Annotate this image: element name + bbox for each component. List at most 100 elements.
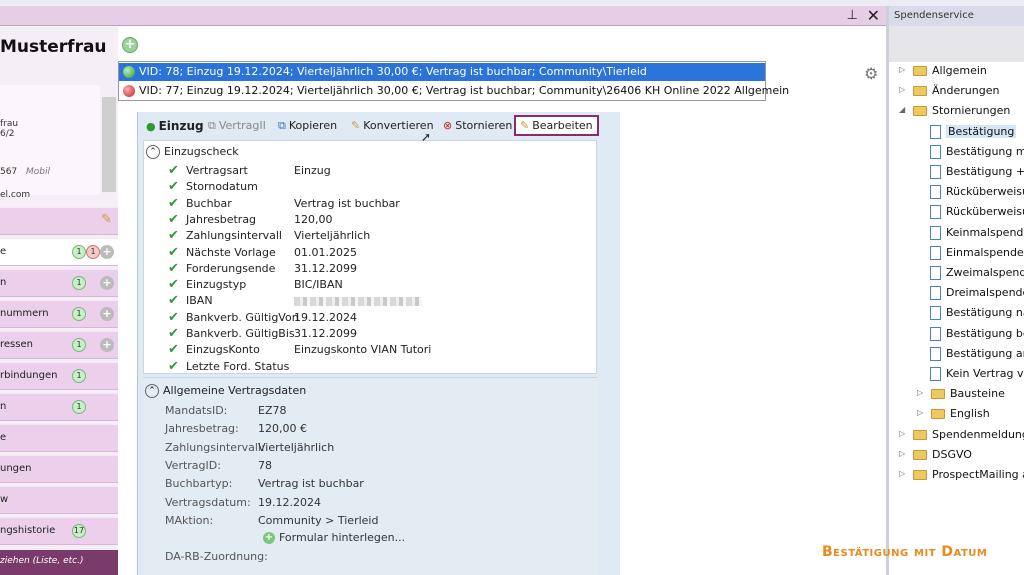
formular-link[interactable]: + Formular hinterlegen... — [263, 531, 405, 544]
tree-label: Dreimalspende — [946, 286, 1024, 300]
contract-detail-panel: ● Einzug ⧉ VertragII ⧉ Kopieren ✎ Konvertier… — [137, 112, 620, 575]
expand-icon[interactable]: ▷ — [899, 469, 905, 478]
collapse-icon[interactable]: ⌃ — [145, 384, 159, 398]
section-header[interactable]: ⌃ Allgemeine Vertragsdaten — [145, 384, 306, 398]
field-label: Bankverb. GültigBis — [186, 327, 295, 340]
tree-label: Änderungen — [932, 84, 1000, 98]
panel-toolbar — [889, 26, 1024, 62]
document-icon — [930, 144, 941, 159]
nav-item[interactable]: rbindungen 1 — [0, 362, 118, 390]
field-value: Vertrag ist buchbar — [294, 196, 400, 210]
field-value: Einzug — [294, 164, 331, 177]
gear-icon[interactable]: ⚙ — [864, 64, 878, 83]
field-label: Zahlungsintervall: — [165, 440, 265, 454]
document-icon — [930, 205, 941, 220]
field-label: Buchbar — [186, 196, 232, 210]
expand-icon[interactable]: ◢ — [899, 105, 905, 114]
scrollbar[interactable] — [102, 97, 116, 192]
nav-list: ✎ e 1 1 + n 1 + nummern 1 + ressen 1 + rbindungen 1 n 1 e u… — [0, 207, 118, 548]
contact-line[interactable]: el.com — [0, 190, 30, 200]
bearbeiten-button[interactable]: ✎ Bearbeiten — [514, 115, 599, 136]
field-value: BIC/IBAN — [294, 278, 343, 292]
field-label: Forderungsende — [186, 261, 276, 275]
data-row: Buchbartyp: Vertrag ist buchbar — [165, 477, 364, 490]
field-label: EinzugsKonto — [186, 343, 260, 357]
field-label: Letzte Ford. Status — [186, 359, 290, 373]
nav-item[interactable]: nummern 1 + — [0, 300, 118, 328]
kopieren-button[interactable]: ⧉ Kopieren — [278, 119, 337, 133]
folder-icon — [913, 66, 927, 76]
tree-label: Bestätigung na — [946, 306, 1024, 320]
folder-icon — [913, 86, 927, 97]
status-red-icon — [123, 85, 135, 97]
field-value: 31.12.2099 — [294, 327, 357, 340]
data-row: VertragID: 78 — [165, 459, 272, 472]
nav-item[interactable]: n1 — [0, 393, 118, 421]
document-icon — [930, 245, 941, 260]
section-header[interactable]: ⌃ Einzugscheck — [146, 145, 239, 159]
contact-line: frau — [0, 119, 19, 129]
check-icon: ✔ — [168, 326, 179, 341]
nav-item[interactable]: ✎ — [0, 207, 118, 235]
add-icon: + — [263, 532, 275, 544]
iban-redacted — [294, 294, 422, 307]
expand-icon[interactable]: ▷ — [899, 449, 905, 458]
stornieren-button[interactable]: ⊗ Stornieren — [443, 119, 512, 132]
field-value: EZ78 — [258, 404, 287, 417]
field-value: 31.12.2099 — [294, 261, 357, 275]
expand-icon[interactable]: ▷ — [899, 429, 905, 438]
expand-icon[interactable]: ▷ — [899, 65, 905, 74]
document-icon — [930, 225, 941, 240]
field-label: Nächste Vorlage — [186, 245, 276, 259]
tree-label: Rücküberweisu — [946, 185, 1024, 199]
nav-item-label: e — [0, 246, 7, 257]
pencil-icon[interactable]: ✎ — [101, 212, 112, 227]
caption: Bestätigung mit Datum — [822, 544, 988, 560]
nav-item[interactable]: n 1 + — [0, 269, 118, 297]
check-icon: ✔ — [168, 358, 179, 374]
nav-item[interactable]: e — [0, 424, 118, 452]
expand-icon[interactable]: ▷ — [899, 85, 905, 94]
collapse-icon[interactable]: ⌃ — [146, 145, 160, 159]
check-icon: ✔ — [168, 179, 179, 195]
contract-text: VID: 77; Einzug 19.12.2024; Vierteljährl… — [139, 84, 790, 97]
expand-icon[interactable]: ▷ — [917, 408, 923, 417]
data-row: MandatsID: EZ78 — [165, 404, 286, 417]
folder-icon — [931, 389, 945, 400]
add-icon[interactable]: + — [122, 37, 138, 53]
tree-label: English — [950, 407, 990, 421]
contract-row[interactable]: VID: 78; Einzug 19.12.2024; Vierteljährl… — [119, 63, 765, 81]
field-label: Jahresbetrag: — [165, 422, 239, 436]
data-row: Jahresbetrag: 120,00 € — [165, 422, 307, 436]
nav-item-label: rbindungen — [0, 370, 58, 381]
toolbar-title: ● Einzug — [146, 119, 204, 133]
folder-icon — [913, 449, 927, 460]
pin-icon[interactable]: ⊥ — [847, 8, 858, 23]
document-icon — [930, 286, 941, 301]
field-value: 120,00 € — [258, 422, 307, 436]
folder-icon — [913, 470, 927, 480]
nav-item[interactable]: ressen 1 + — [0, 331, 118, 359]
field-value: 120,00 — [294, 212, 333, 226]
field-label: Bankverb. GültigVon — [186, 310, 299, 324]
document-icon — [930, 124, 941, 139]
close-icon[interactable]: ✕ — [867, 6, 880, 25]
nav-item[interactable]: w — [0, 486, 118, 514]
add-icon[interactable]: + — [100, 307, 114, 321]
add-icon[interactable]: + — [100, 245, 114, 259]
contract-row[interactable]: VID: 77; Einzug 19.12.2024; Vierteljährl… — [119, 82, 789, 100]
field-value: 19.12.2024 — [294, 310, 357, 324]
vertrag-button[interactable]: ⧉ VertragII — [208, 119, 266, 133]
nav-item-label: ungen — [0, 463, 32, 474]
einzugscheck-section: ⌃ Einzugscheck ✔ Vertragsart Einzug ✔ Stornod… — [143, 140, 597, 374]
count-badge: 1 — [72, 276, 86, 290]
nav-item-label: ngshistorie — [0, 525, 56, 536]
add-icon[interactable]: + — [100, 276, 114, 290]
nav-item[interactable]: ngshistorie 17 — [0, 517, 118, 545]
check-icon: ✔ — [168, 309, 179, 325]
add-icon[interactable]: + — [100, 338, 114, 352]
expand-icon[interactable]: ▷ — [917, 388, 923, 397]
nav-item[interactable]: ungen — [0, 455, 118, 483]
field-value: Vierteljährlich — [294, 229, 371, 243]
nav-item[interactable]: e 1 1 + — [0, 238, 118, 266]
